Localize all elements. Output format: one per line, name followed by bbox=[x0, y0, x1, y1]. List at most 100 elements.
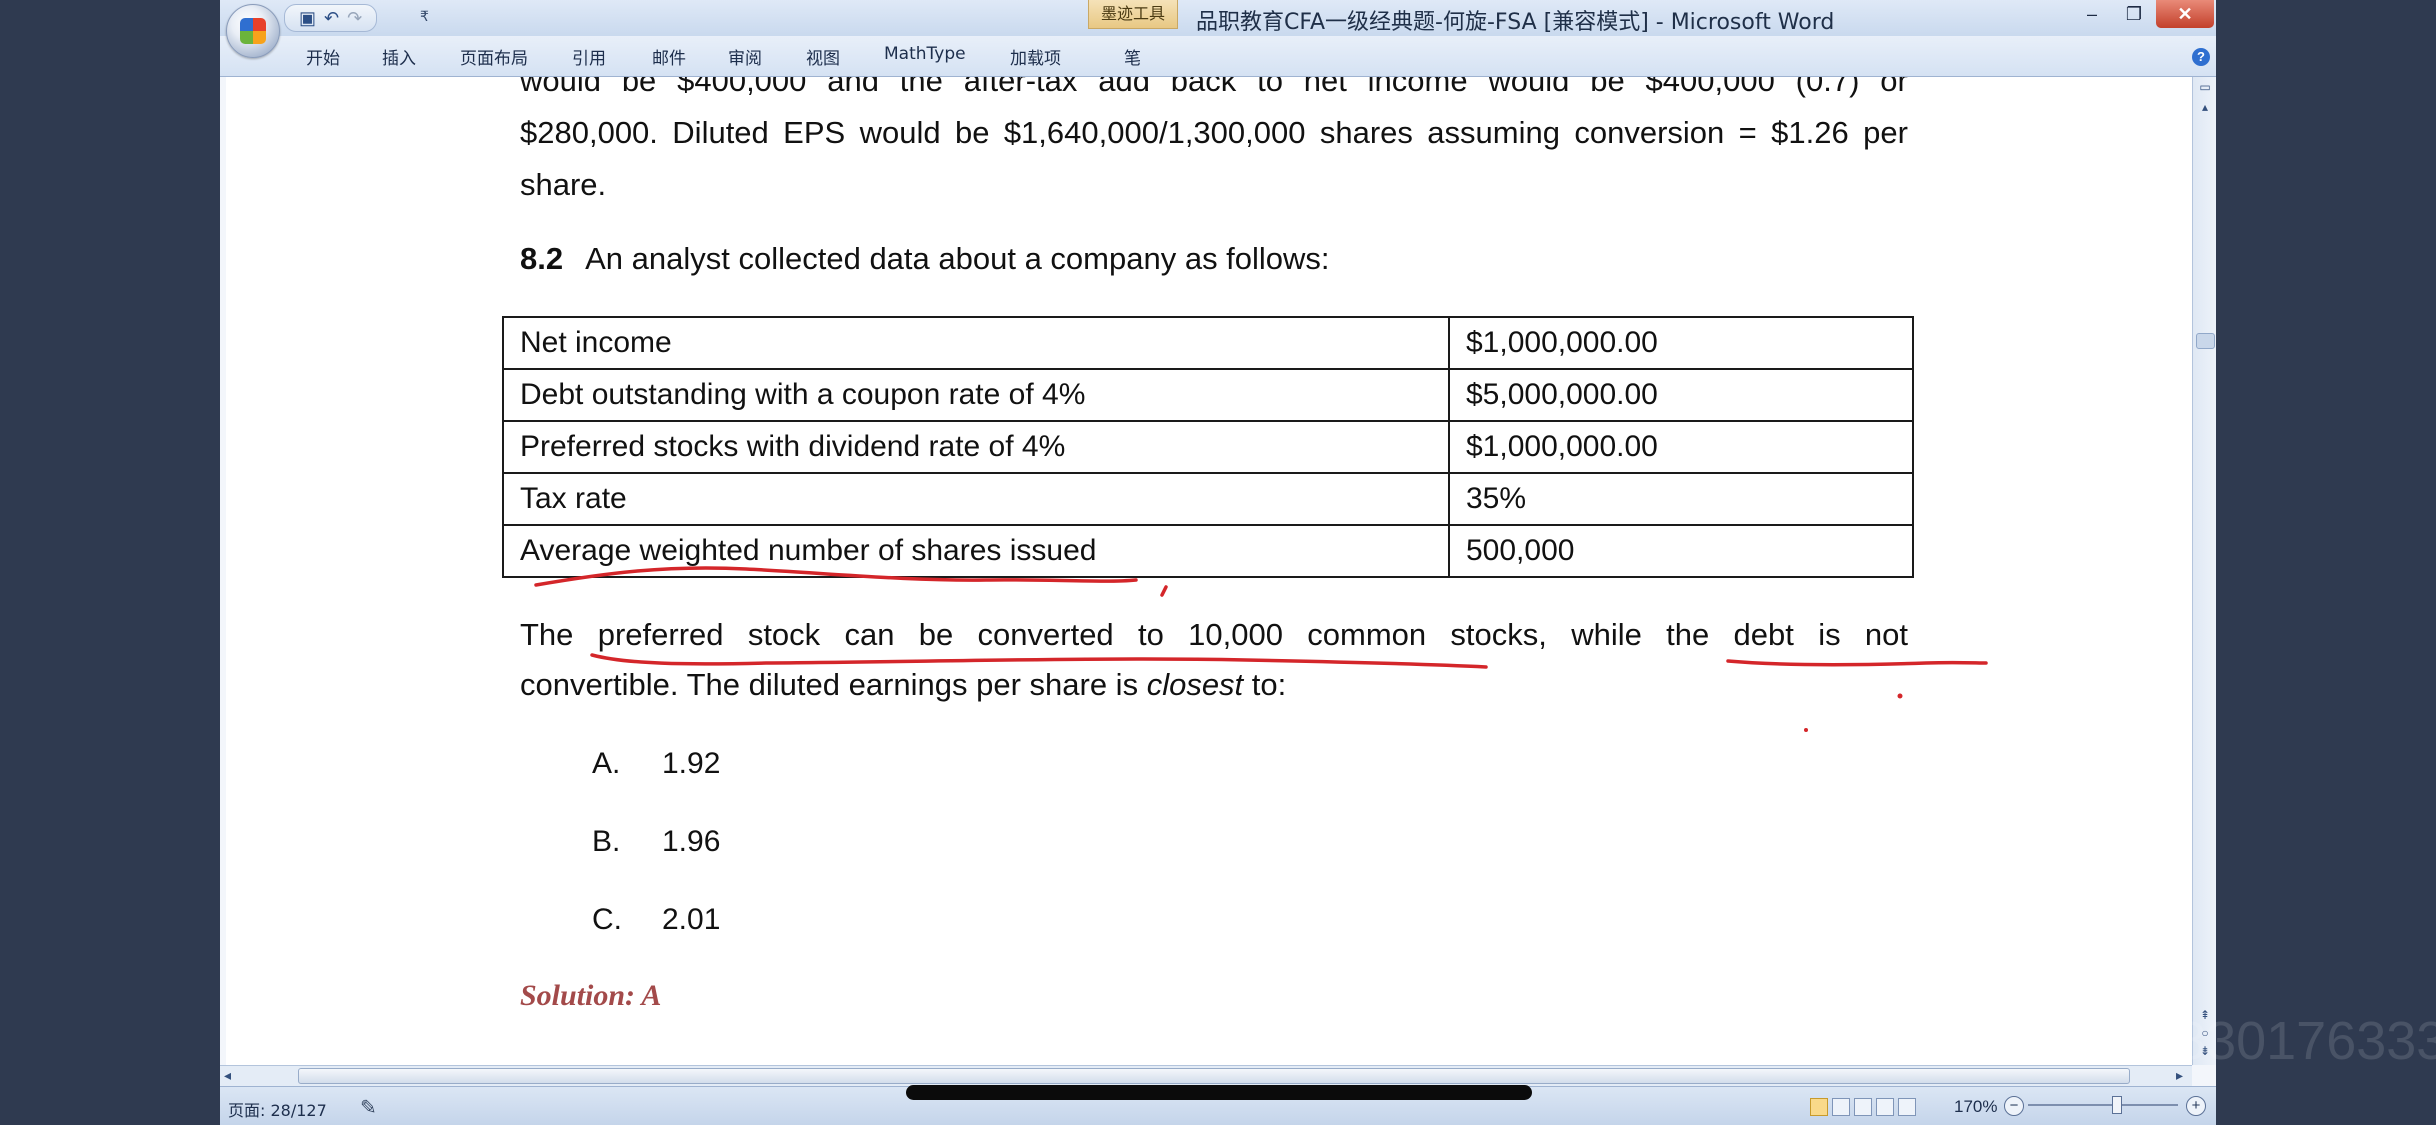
title-bar: ▣ ↶ ↷ ₹ 墨迹工具 品职教育CFA一级经典题-何旋-FSA [兼容模式] … bbox=[220, 0, 2216, 37]
table-cell-value: 35% bbox=[1448, 472, 1914, 526]
paragraph-text: convertible. The diluted earnings per sh… bbox=[520, 667, 1147, 702]
word: 10,000 bbox=[1188, 617, 1283, 652]
table-cell-value: $5,000,000.00 bbox=[1448, 368, 1914, 422]
web-layout-view-icon[interactable] bbox=[1854, 1098, 1872, 1116]
tab-addins[interactable]: 加载项 bbox=[1010, 44, 1061, 69]
document-page[interactable]: would be $400,000 and the after-tax add back to n… bbox=[226, 77, 2192, 1065]
word: while bbox=[1571, 617, 1642, 652]
word: debt bbox=[1733, 617, 1794, 652]
table-cell-item: Average weighted number of shares issued bbox=[502, 524, 1450, 578]
vertical-scrollbar[interactable]: ▭ ▴ ⇞ ○ ⇟ bbox=[2192, 77, 2216, 1065]
tab-page-layout[interactable]: 页面布局 bbox=[460, 44, 528, 69]
table-row: Average weighted number of shares issued… bbox=[502, 524, 1914, 578]
zoom-in-button[interactable]: + bbox=[2186, 1096, 2206, 1116]
ink-tools-context-tab[interactable]: 墨迹工具 bbox=[1088, 0, 1178, 29]
word: the bbox=[1666, 617, 1710, 652]
office-logo-icon bbox=[240, 18, 266, 44]
print-layout-view-icon[interactable] bbox=[1810, 1098, 1828, 1116]
word: stock bbox=[747, 617, 821, 652]
option-a: A. 1.92 bbox=[592, 747, 720, 781]
word: $400,000 bbox=[677, 77, 807, 98]
question-number: 8.2 bbox=[520, 241, 564, 276]
word: be bbox=[918, 617, 954, 652]
zoom-slider-knob[interactable] bbox=[2112, 1096, 2122, 1114]
cut-off-text-line: would be $400,000 and the after-tax add back to n… bbox=[520, 77, 1908, 99]
word: after-tax bbox=[963, 77, 1078, 98]
word: preferred bbox=[597, 617, 724, 652]
zoom-out-button[interactable]: − bbox=[2004, 1096, 2024, 1116]
zoom-level[interactable]: 170% bbox=[1954, 1097, 1997, 1117]
full-screen-view-icon[interactable] bbox=[1832, 1098, 1850, 1116]
outline-view-icon[interactable] bbox=[1876, 1098, 1894, 1116]
word: be bbox=[621, 77, 657, 98]
ink-underline-conversion bbox=[590, 653, 1488, 669]
draft-view-icon[interactable] bbox=[1898, 1098, 1916, 1116]
ruler-toggle-icon[interactable]: ▭ bbox=[2197, 79, 2213, 95]
data-table: Net income $1,000,000.00 Debt outstanding … bbox=[502, 316, 1914, 578]
option-letter: B. bbox=[592, 825, 621, 858]
word: or bbox=[1880, 77, 1908, 98]
text-line: $280,000. Diluted EPS would be $1,640,000/1,3… bbox=[520, 115, 1908, 151]
option-value: 2.01 bbox=[662, 903, 721, 936]
qat-customize-button[interactable]: ₹ bbox=[420, 8, 429, 25]
word: (0.7) bbox=[1795, 77, 1860, 98]
phone-number-watermark: 18301763332 bbox=[2146, 1011, 2436, 1071]
document-area: would be $400,000 and the after-tax add back to n… bbox=[220, 77, 2192, 1065]
table-row: Debt outstanding with a coupon rate of 4… bbox=[502, 368, 1914, 422]
help-icon[interactable]: ? bbox=[2192, 48, 2210, 66]
scroll-left-icon[interactable]: ◂ bbox=[224, 1067, 231, 1084]
proofing-icon[interactable]: ✎ bbox=[360, 1095, 377, 1120]
screen: ▣ ↶ ↷ ₹ 墨迹工具 品职教育CFA一级经典题-何旋-FSA [兼容模式] … bbox=[0, 0, 2436, 1125]
tab-mailings[interactable]: 邮件 bbox=[652, 44, 686, 69]
minimize-button[interactable]: – bbox=[2072, 0, 2112, 28]
word: EPS bbox=[783, 115, 846, 150]
word: $280,000. bbox=[520, 115, 658, 150]
question-heading: 8.2 An analyst collected data about a com… bbox=[520, 241, 1330, 277]
word: stocks, bbox=[1450, 617, 1547, 652]
word: be bbox=[954, 115, 990, 150]
word: net bbox=[1303, 77, 1347, 98]
text-line: share. bbox=[520, 167, 607, 202]
close-button[interactable]: ✕ bbox=[2156, 0, 2214, 28]
vertical-scroll-thumb[interactable] bbox=[2196, 333, 2215, 349]
word: per bbox=[1863, 115, 1908, 150]
tab-pens[interactable]: 笔 bbox=[1124, 44, 1141, 69]
word: and bbox=[827, 77, 879, 98]
word: would bbox=[1488, 77, 1570, 98]
horizontal-scroll-thumb[interactable] bbox=[298, 1068, 2130, 1084]
home-indicator[interactable] bbox=[906, 1085, 1532, 1100]
page-number-indicator[interactable]: 页面: 28/127 bbox=[228, 1097, 327, 1121]
option-value: 1.96 bbox=[662, 825, 721, 858]
tab-references[interactable]: 引用 bbox=[572, 44, 606, 69]
emphasis-text: closest bbox=[1146, 667, 1244, 702]
save-icon[interactable]: ▣ bbox=[299, 9, 316, 27]
tab-view[interactable]: 视图 bbox=[806, 44, 840, 69]
paragraph-line: The preferred stock can be converted to 10,000 c… bbox=[520, 617, 1908, 653]
view-buttons bbox=[1810, 1098, 1916, 1116]
tab-review[interactable]: 审阅 bbox=[728, 44, 762, 69]
word: converted bbox=[977, 617, 1114, 652]
table-cell-item: Net income bbox=[502, 316, 1450, 370]
tab-home[interactable]: 开始 bbox=[306, 44, 340, 69]
office-button[interactable] bbox=[226, 4, 280, 58]
ink-dot bbox=[1804, 728, 1808, 732]
zoom-slider[interactable] bbox=[2028, 1104, 2178, 1106]
scroll-up-icon[interactable]: ▴ bbox=[2197, 99, 2213, 115]
ink-underline-not-convertible bbox=[1726, 659, 1988, 667]
redo-icon[interactable]: ↷ bbox=[347, 9, 362, 27]
tab-insert[interactable]: 插入 bbox=[382, 44, 416, 69]
undo-icon[interactable]: ↶ bbox=[324, 9, 339, 27]
word: $1.26 bbox=[1771, 115, 1849, 150]
word-window: ▣ ↶ ↷ ₹ 墨迹工具 品职教育CFA一级经典题-何旋-FSA [兼容模式] … bbox=[220, 0, 2216, 1125]
table-row: Tax rate 35% bbox=[502, 472, 1914, 526]
option-letter: C. bbox=[592, 903, 622, 936]
ribbon-tabs: 开始 插入 页面布局 引用 邮件 审阅 视图 MathType 加载项 笔 ? bbox=[220, 36, 2216, 77]
restore-button[interactable]: ❐ bbox=[2112, 0, 2156, 28]
option-letter: A. bbox=[592, 747, 621, 780]
table-cell-item: Preferred stocks with dividend rate of 4… bbox=[502, 420, 1450, 474]
table-cell-value: $1,000,000.00 bbox=[1448, 316, 1914, 370]
horizontal-scrollbar[interactable]: ◂ ▸ bbox=[220, 1065, 2192, 1086]
tab-mathtype[interactable]: MathType bbox=[884, 44, 966, 64]
ink-tick-mark bbox=[1160, 585, 1168, 597]
word: add bbox=[1098, 77, 1150, 98]
